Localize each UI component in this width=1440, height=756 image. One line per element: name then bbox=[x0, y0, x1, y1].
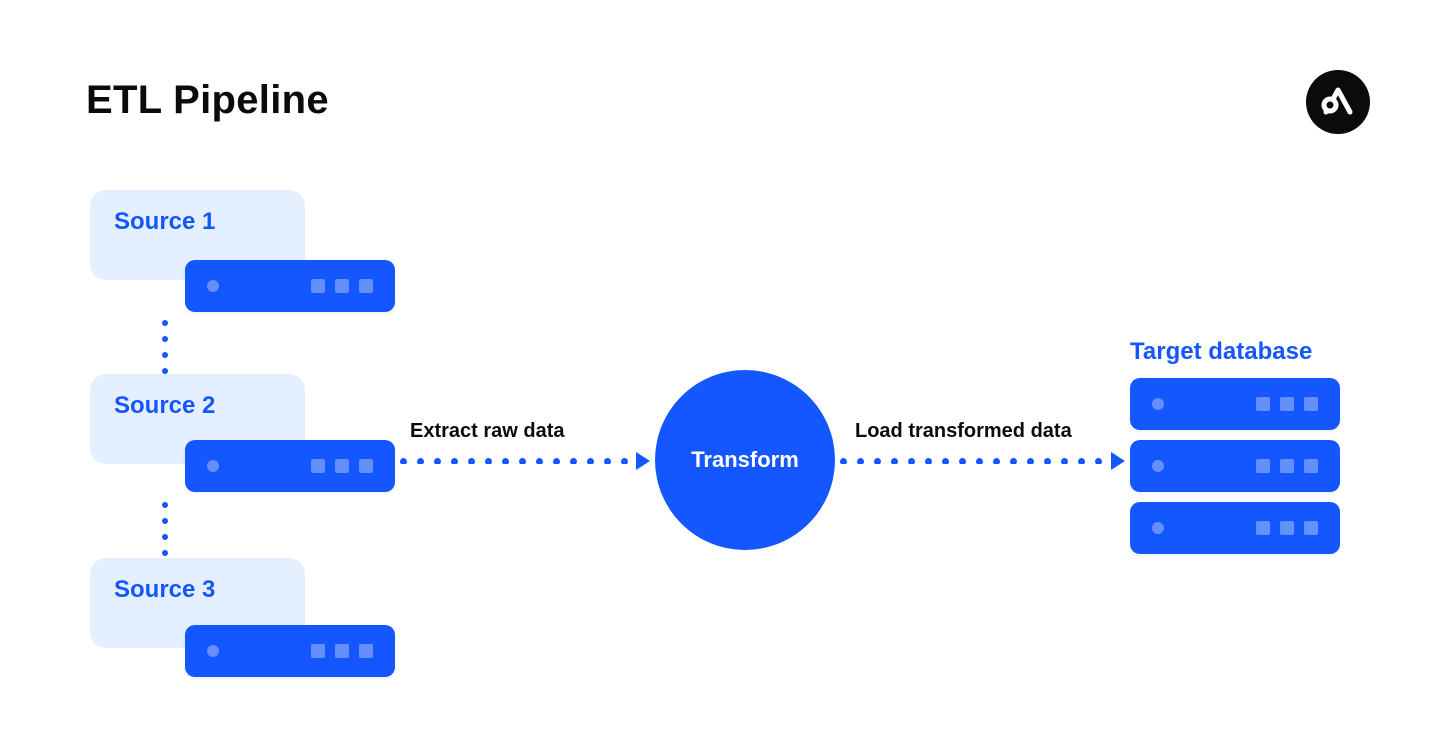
brand-logo-icon bbox=[1306, 70, 1370, 134]
page-title: ETL Pipeline bbox=[86, 78, 329, 123]
vertical-dotted-connector bbox=[162, 502, 168, 556]
source-label: Source 1 bbox=[114, 208, 215, 235]
extract-arrow bbox=[400, 446, 650, 476]
load-arrow-label: Load transformed data bbox=[855, 420, 1072, 443]
source-server-icon-3 bbox=[185, 625, 395, 677]
source-label: Source 2 bbox=[114, 392, 215, 419]
target-server-icon bbox=[1130, 502, 1340, 554]
source-server-icon-1 bbox=[185, 260, 395, 312]
target-database-label: Target database bbox=[1130, 338, 1312, 366]
transform-node: Transform bbox=[655, 370, 835, 550]
vertical-dotted-connector bbox=[162, 320, 168, 374]
source-label: Source 3 bbox=[114, 576, 215, 603]
arrow-right-icon bbox=[636, 452, 650, 470]
target-server-icon bbox=[1130, 440, 1340, 492]
source-server-icon-2 bbox=[185, 440, 395, 492]
extract-arrow-label: Extract raw data bbox=[410, 420, 565, 443]
arrow-right-icon bbox=[1111, 452, 1125, 470]
target-server-icon bbox=[1130, 378, 1340, 430]
transform-label: Transform bbox=[691, 447, 799, 473]
target-database-stack bbox=[1130, 378, 1340, 554]
load-arrow bbox=[840, 446, 1125, 476]
